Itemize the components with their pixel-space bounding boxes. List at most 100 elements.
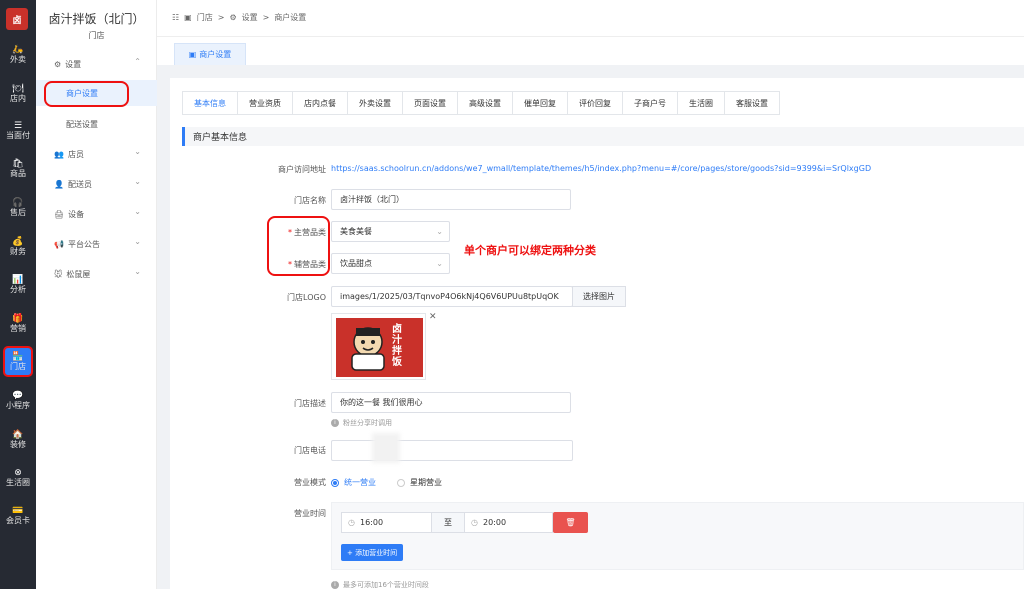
tab-basic-info[interactable]: 基本信息: [183, 92, 238, 114]
mouse-icon: 🐭: [54, 269, 63, 279]
logo-illustration: [336, 318, 423, 377]
store-icon: ▣: [188, 50, 197, 59]
menu-squirrel-house[interactable]: 🐭 松鼠屋 ⌄: [36, 263, 157, 285]
menu-devices[interactable]: 🖨 设备 ⌄: [36, 203, 157, 225]
main-category-select[interactable]: 美食美餐 ⌄: [331, 221, 450, 242]
headset-icon: 🎧: [12, 198, 24, 208]
menu-staff[interactable]: 👥 店员 ⌄: [36, 143, 157, 165]
remove-logo-icon[interactable]: ✕: [429, 312, 437, 322]
chart-icon: 📊: [12, 275, 24, 285]
gift-icon: 🎁: [12, 314, 24, 324]
delete-hours-button[interactable]: 🗑: [553, 512, 588, 533]
tab-customer-service[interactable]: 客服设置: [725, 92, 779, 114]
scooter-icon: 🛵: [12, 45, 24, 55]
section-title: 商户基本信息: [182, 127, 1024, 146]
chat-icon: 💬: [12, 391, 24, 401]
rail-item-marketing[interactable]: 🎁 营销: [0, 309, 36, 339]
annotation-highlight-categories: [267, 216, 330, 276]
megaphone-icon: 📢: [54, 239, 64, 249]
chevron-up-icon: ⌃: [134, 57, 141, 66]
icon-rail: 卤 🛵 外卖 🍽 店内 ☰ 当面付 🛍 商品 🎧 售后 💰 财务 📊 分析 🎁 营销 🏪 门店 💬…: [0, 0, 36, 589]
logo-brand-text: 卤汁拌饭: [392, 324, 402, 368]
rail-item-goods[interactable]: 🛍 商品: [0, 154, 36, 184]
rail-item-miniapp[interactable]: 💬 小程序: [0, 386, 36, 416]
tab-advanced[interactable]: 高级设置: [458, 92, 513, 114]
start-time-input[interactable]: ◷ 16:00: [341, 512, 432, 533]
end-time-input[interactable]: ◷ 20:00: [464, 512, 553, 533]
store-icon: ▣: [184, 13, 192, 22]
breadcrumb: ☷ ▣ 门店 > ⚙ 设置 > 商户设置: [172, 12, 311, 23]
store-name-input[interactable]: 卤汁拌饭（北门）: [331, 189, 571, 210]
visit-url-link[interactable]: https://saas.schoolrun.cn/addons/we7_wma…: [331, 164, 871, 173]
chevron-down-icon: ⌄: [134, 237, 141, 246]
breadcrumb-separator-icon: >: [217, 13, 225, 22]
clock-icon: ◷: [348, 518, 355, 527]
chevron-down-icon: ⌄: [134, 177, 141, 186]
tab-qualification[interactable]: 营业资质: [238, 92, 293, 114]
choose-image-button[interactable]: 选择图片: [572, 286, 626, 307]
mode-weekly-radio[interactable]: 星期营业: [397, 477, 442, 488]
chevron-down-icon: ⌄: [436, 227, 443, 236]
tab-sub-merchant[interactable]: 子商户号: [623, 92, 678, 114]
users-icon: 👥: [54, 149, 64, 159]
rail-item-analysis[interactable]: 📊 分析: [0, 270, 36, 300]
mode-unified-radio[interactable]: 统一营业: [331, 477, 376, 488]
logo-path-input[interactable]: images/1/2025/03/TqnvoP4O6kNj4Q6V6UPUu8t…: [331, 286, 573, 307]
logo-label: 门店LOGO: [287, 293, 326, 302]
collapse-menu-icon[interactable]: ☷: [172, 13, 179, 22]
header-divider: [157, 36, 1024, 37]
rail-item-membercard[interactable]: 💳 会员卡: [0, 501, 36, 531]
breadcrumb-store[interactable]: 门店: [197, 12, 213, 23]
plate-icon: 🍽: [12, 84, 24, 94]
tab-takeout[interactable]: 外卖设置: [348, 92, 403, 114]
menu-delivery-settings[interactable]: 配送设置: [36, 111, 157, 137]
sub-category-select[interactable]: 饮品甜点 ⌄: [331, 253, 450, 274]
logo-preview: 卤汁拌饭: [331, 313, 426, 380]
rail-item-aftersale[interactable]: 🎧 售后: [0, 193, 36, 223]
breadcrumb-current: 商户设置: [274, 13, 307, 22]
chevron-down-icon: ⌄: [134, 147, 141, 156]
phone-input[interactable]: [331, 440, 573, 461]
tab-page[interactable]: 页面设置: [403, 92, 458, 114]
bag-icon: 🛍: [12, 159, 24, 169]
circle-x-icon: ⊗: [14, 468, 22, 478]
phone-label: 门店电话: [294, 446, 326, 455]
rail-item-decor[interactable]: 🏠 装修: [0, 425, 36, 455]
app-root: 卤 🛵 外卖 🍽 店内 ☰ 当面付 🛍 商品 🎧 售后 💰 财务 📊 分析 🎁 营销 🏪 门店 💬…: [0, 0, 1024, 589]
rail-item-dinein[interactable]: 🍽 店内: [0, 79, 36, 109]
menu-announcements[interactable]: 📢 平台公告 ⌄: [36, 233, 157, 255]
printer-icon: 🖨: [54, 209, 65, 219]
store-icon: 🏪: [12, 351, 24, 362]
page-tab-merchant-settings[interactable]: ▣ 商户设置: [174, 43, 246, 65]
list-icon: ☰: [13, 121, 23, 131]
rail-item-store[interactable]: 🏪 门店: [3, 346, 33, 377]
info-icon: i: [331, 419, 339, 427]
tab-urge-reply[interactable]: 催单回复: [513, 92, 568, 114]
tab-review-reply[interactable]: 评价回复: [568, 92, 623, 114]
rail-item-finance[interactable]: 💰 财务: [0, 232, 36, 262]
menu-couriers[interactable]: 👤 配送员 ⌄: [36, 173, 157, 195]
home-icon: 🏠: [12, 430, 24, 440]
annotation-note: 单个商户可以绑定两种分类: [464, 244, 596, 257]
rail-item-lifecircle[interactable]: ⊗ 生活圈: [0, 463, 36, 493]
clock-icon: ◷: [471, 518, 478, 527]
description-hint: i 粉丝分享时调用: [331, 418, 392, 428]
menu-settings[interactable]: ⚙ 设置 ⌃: [36, 53, 157, 75]
gear-icon: ⚙: [54, 59, 62, 69]
breadcrumb-separator-icon: >: [262, 13, 270, 22]
tab-life-circle[interactable]: 生活圈: [678, 92, 725, 114]
money-icon: 💰: [12, 237, 24, 247]
add-hours-button[interactable]: + 添加营业时间: [341, 544, 404, 561]
tab-dine-in[interactable]: 店内点餐: [293, 92, 348, 114]
description-input[interactable]: 你的这一餐 我们很用心: [331, 392, 571, 413]
info-icon: i: [331, 581, 339, 589]
breadcrumb-settings[interactable]: 设置: [242, 12, 258, 23]
chevron-down-icon: ⌄: [436, 259, 443, 268]
rail-item-takeout[interactable]: 🛵 外卖: [0, 40, 36, 70]
redacted-area: [372, 433, 400, 463]
visit-url-label: 商户访问地址: [278, 165, 326, 174]
gear-icon: ⚙: [229, 13, 237, 22]
rail-item-facepay[interactable]: ☰ 当面付: [0, 116, 36, 146]
business-mode-label: 营业模式: [294, 478, 326, 487]
app-logo: 卤: [6, 8, 28, 30]
